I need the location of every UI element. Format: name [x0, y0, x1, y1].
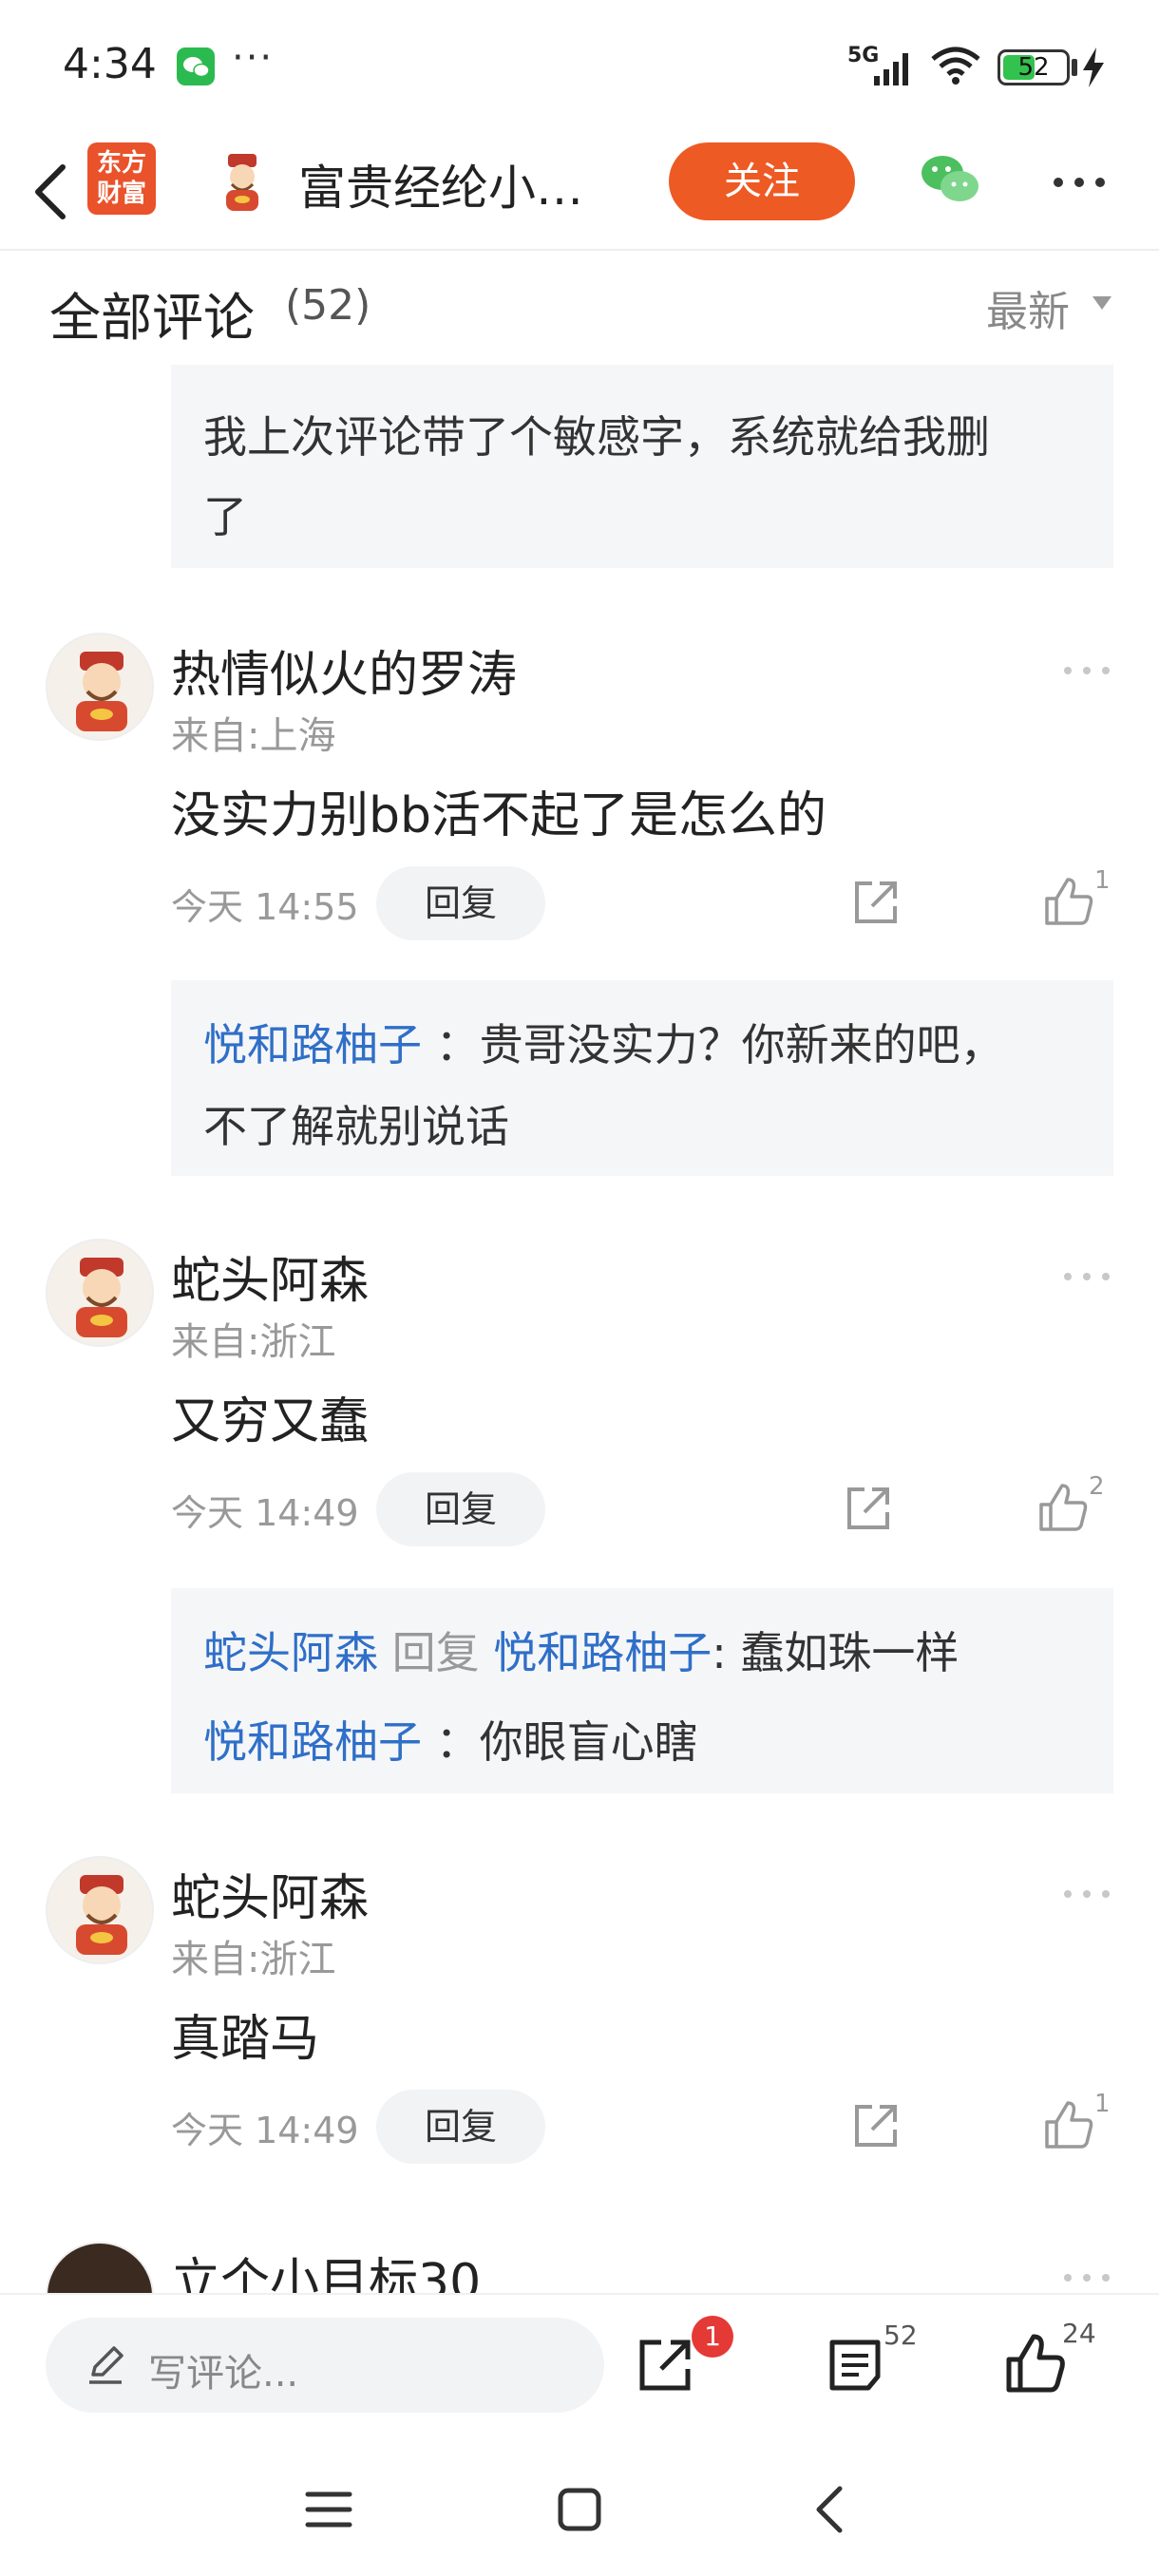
reply-author[interactable]: 悦和路柚子 — [203, 1716, 422, 1768]
share-icon[interactable] — [635, 2335, 695, 2396]
system-nav-bar — [0, 2435, 1159, 2576]
author-name[interactable]: 富贵经纶小… — [298, 150, 583, 218]
status-more-dots: ··· — [232, 36, 275, 80]
avatar[interactable] — [46, 1239, 154, 1347]
like-icon[interactable] — [1043, 2099, 1094, 2150]
share-icon[interactable] — [851, 2101, 901, 2150]
reply-target[interactable]: 悦和路柚子 — [493, 1627, 712, 1678]
battery-icon: 52 — [998, 49, 1070, 85]
reply-thread: 我上次评论带了个敏感字，系统就给我删 了 — [171, 365, 1113, 568]
reply-item: 悦和路柚子 ：贵哥没实力？你新来的吧， — [203, 1011, 1004, 1073]
reply-thread: 悦和路柚子 ：贵哥没实力？你新来的吧， 不了解就别说话 — [171, 980, 1113, 1176]
comment-time: 今天 14:49 — [171, 2110, 359, 2151]
like-icon[interactable] — [1037, 1482, 1089, 1533]
comment-location: 来自:浙江 — [171, 1320, 336, 1364]
comment-author[interactable]: 蛇头阿森 — [171, 1241, 369, 1312]
share-icon[interactable] — [851, 878, 901, 927]
reply-author[interactable]: 悦和路柚子 — [203, 1019, 422, 1070]
comment-author[interactable]: 热情似火的罗涛 — [171, 635, 517, 706]
reply-connector: 回复 — [391, 1627, 480, 1678]
reply-text: ：你眼盲心瞎 — [435, 1716, 698, 1768]
like-count: 1 — [1094, 2090, 1111, 2118]
comment-author[interactable]: 蛇头阿森 — [171, 1858, 369, 1929]
reply-text: 了 — [203, 491, 247, 542]
reply-button[interactable]: 回复 — [376, 866, 545, 940]
like-count: 24 — [1062, 2318, 1096, 2349]
follow-button[interactable]: 关注 — [669, 142, 855, 220]
battery-tip — [1072, 59, 1077, 76]
back-nav-icon[interactable] — [804, 2481, 861, 2538]
author-avatar[interactable] — [211, 150, 274, 213]
battery-level: 52 — [1017, 53, 1050, 82]
comment-time: 今天 14:49 — [171, 1492, 359, 1534]
comments-icon[interactable] — [825, 2335, 885, 2396]
reply-text: ：贵哥没实力？你新来的吧， — [435, 1019, 1004, 1070]
like-count: 1 — [1094, 866, 1111, 895]
reply-item: 蛇头阿森 回复 悦和路柚子: 蠢如珠一样 — [203, 1619, 959, 1681]
menu-icon[interactable] — [300, 2481, 357, 2538]
sort-dropdown[interactable]: 最新 — [986, 277, 1070, 338]
comment-author[interactable]: 立个小目标30 — [171, 2242, 481, 2293]
charging-icon — [1083, 47, 1104, 87]
comment-more-icon[interactable] — [1060, 1885, 1113, 1904]
back-icon[interactable] — [21, 154, 87, 230]
share-badge: 1 — [692, 2316, 733, 2358]
avatar[interactable] — [46, 2242, 154, 2293]
avatar[interactable] — [46, 1856, 154, 1964]
more-icon[interactable] — [1049, 163, 1110, 201]
wechat-share-icon[interactable] — [916, 150, 984, 211]
logo-line2: 财富 — [96, 180, 146, 208]
share-icon[interactable] — [844, 1484, 893, 1533]
like-count: 2 — [1089, 1472, 1105, 1501]
comments-list[interactable]: 我上次评论带了个敏感字，系统就给我删 了 热情似火的罗涛 来自:上海 没实力别b… — [0, 365, 1159, 2293]
reply-text: : 蠢如珠一样 — [712, 1627, 960, 1678]
signal-icon — [874, 53, 908, 85]
status-time: 4:34 — [63, 40, 157, 88]
write-comment-placeholder: 写评论... — [148, 2352, 299, 2396]
comment-location: 来自:浙江 — [171, 1938, 336, 1981]
bottom-action-bar: 写评论... 1 52 24 — [0, 2293, 1159, 2435]
eastmoney-logo[interactable]: 东方 财富 — [87, 142, 156, 215]
comment-more-icon[interactable] — [1060, 661, 1113, 680]
comment-text: 又穷又蠢 — [171, 1393, 370, 1450]
comment-more-icon[interactable] — [1060, 1267, 1113, 1286]
write-comment-input[interactable]: 写评论... — [46, 2318, 604, 2413]
reply-text-cont: 不了解就别说话 — [203, 1101, 509, 1152]
comments-title: 全部评论 — [49, 288, 255, 348]
reply-author[interactable]: 蛇头阿森 — [203, 1627, 378, 1678]
like-icon[interactable] — [1005, 2333, 1066, 2394]
wechat-notification-icon — [177, 47, 215, 85]
comment-more-icon[interactable] — [1060, 2268, 1113, 2287]
comment-location: 来自:上海 — [171, 714, 336, 758]
comment-count: 52 — [884, 2320, 918, 2351]
like-icon[interactable] — [1043, 876, 1094, 927]
comment-text: 没实力别bb活不起了是怎么的 — [171, 787, 827, 844]
comment-time: 今天 14:55 — [171, 886, 359, 928]
reply-button[interactable]: 回复 — [376, 1472, 545, 1546]
reply-button[interactable]: 回复 — [376, 2090, 545, 2164]
wifi-icon — [931, 47, 980, 85]
reply-text: 我上次评论带了个敏感字，系统就给我删 — [203, 411, 990, 463]
avatar[interactable] — [46, 633, 154, 741]
caret-down-icon[interactable] — [1091, 294, 1113, 312]
comments-count: (52) — [285, 281, 371, 330]
status-bar: 4:34 ··· 5G 52 — [0, 0, 1159, 133]
logo-line1: 东方 — [96, 149, 146, 178]
pencil-icon — [89, 2346, 124, 2384]
reply-thread: 蛇头阿森 回复 悦和路柚子: 蠢如珠一样 悦和路柚子 ：你眼盲心瞎 — [171, 1588, 1113, 1793]
home-icon[interactable] — [551, 2481, 608, 2538]
comment-text: 真踏马 — [171, 2011, 320, 2068]
reply-item: 悦和路柚子 ：你眼盲心瞎 — [203, 1708, 698, 1771]
